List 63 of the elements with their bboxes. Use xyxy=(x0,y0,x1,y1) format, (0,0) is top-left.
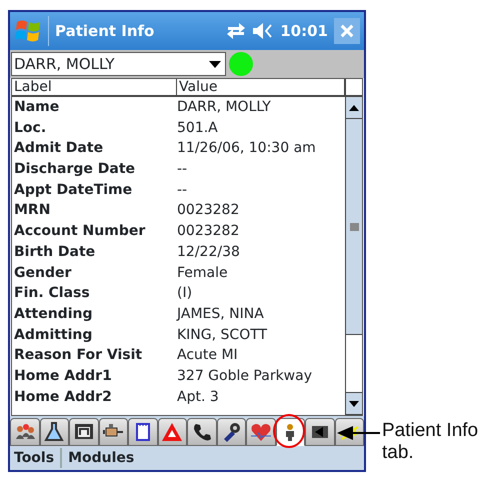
module-tab[interactable] xyxy=(10,418,40,446)
row-value: KING, SCOTT xyxy=(177,326,268,345)
status-light-icon xyxy=(229,52,253,76)
column-header[interactable]: Label xyxy=(12,79,177,95)
scroll-down-button[interactable] xyxy=(346,393,362,416)
row-label: Fin. Class xyxy=(13,284,91,304)
row-value: JAMES, NINA xyxy=(177,304,264,324)
row-value: -- xyxy=(177,180,188,200)
row-value: DARR, MOLLY xyxy=(177,98,271,117)
callout-arrow xyxy=(337,425,380,441)
dropdown-arrow-icon[interactable] xyxy=(209,60,221,68)
row-value: 327 Goble Parkway xyxy=(177,366,312,386)
row-label: Discharge Date xyxy=(13,160,136,180)
scrollbar[interactable] xyxy=(345,79,362,416)
menu-item[interactable]: Modules xyxy=(68,448,134,469)
row-label: Admitting xyxy=(13,326,94,345)
row-value: 12/22/38 xyxy=(177,242,240,262)
row-value: (I) xyxy=(177,284,192,304)
scroll-up-button[interactable] xyxy=(346,97,362,119)
column-header[interactable]: Value xyxy=(177,79,345,95)
row-label: Admit Date xyxy=(13,139,104,158)
row-value: 0023282 xyxy=(177,201,240,220)
patient-dropdown[interactable]: DARR, MOLLY xyxy=(11,52,226,76)
module-tab[interactable] xyxy=(98,418,128,446)
row-value: 0023282 xyxy=(177,222,240,242)
connectivity-icon[interactable] xyxy=(226,22,246,40)
row-label: Reason For Visit xyxy=(13,346,144,366)
grip-icon xyxy=(350,222,358,230)
row-label: Gender xyxy=(13,264,72,282)
row-label: Birth Date xyxy=(13,242,96,262)
warning-triangle-icon xyxy=(161,421,184,444)
row-value: Female xyxy=(177,264,228,282)
row-label: Home Addr2 xyxy=(13,388,113,407)
module-tab[interactable] xyxy=(216,418,246,446)
callout-text: Patient Info tab. xyxy=(382,420,480,464)
scroll-thumb[interactable] xyxy=(346,119,362,335)
row-value: 501.A xyxy=(177,118,218,138)
heart-icon xyxy=(250,421,272,444)
row-label: Home Addr1 xyxy=(13,366,113,386)
window-title: Patient Info xyxy=(55,20,156,42)
module-tab[interactable] xyxy=(276,418,305,446)
close-icon xyxy=(340,23,354,39)
row-value: -- xyxy=(177,160,188,180)
flask-icon xyxy=(43,421,66,444)
module-tab[interactable] xyxy=(305,418,334,446)
row-label: MRN xyxy=(13,201,52,220)
row-label: Name xyxy=(13,98,60,117)
module-tab[interactable] xyxy=(69,418,98,446)
speaker-muted-icon[interactable] xyxy=(252,22,274,40)
row-value: Apt. 3 xyxy=(177,388,219,407)
row-label: Account Number xyxy=(13,222,146,242)
down-arrow-icon xyxy=(349,400,359,407)
up-arrow-icon xyxy=(349,104,359,110)
row-label: Appt DateTime xyxy=(13,180,134,200)
module-tab[interactable] xyxy=(40,418,69,446)
row-label: Loc. xyxy=(13,118,48,138)
row-value: Acute MI xyxy=(177,346,238,366)
row-value: 11/26/06, 10:30 am xyxy=(177,139,316,158)
menu-item[interactable]: Tools xyxy=(14,448,54,469)
module-tab[interactable] xyxy=(128,418,158,446)
highlight-circle xyxy=(273,414,305,448)
module-tab[interactable] xyxy=(187,418,216,446)
row-label: Attending xyxy=(13,304,94,324)
